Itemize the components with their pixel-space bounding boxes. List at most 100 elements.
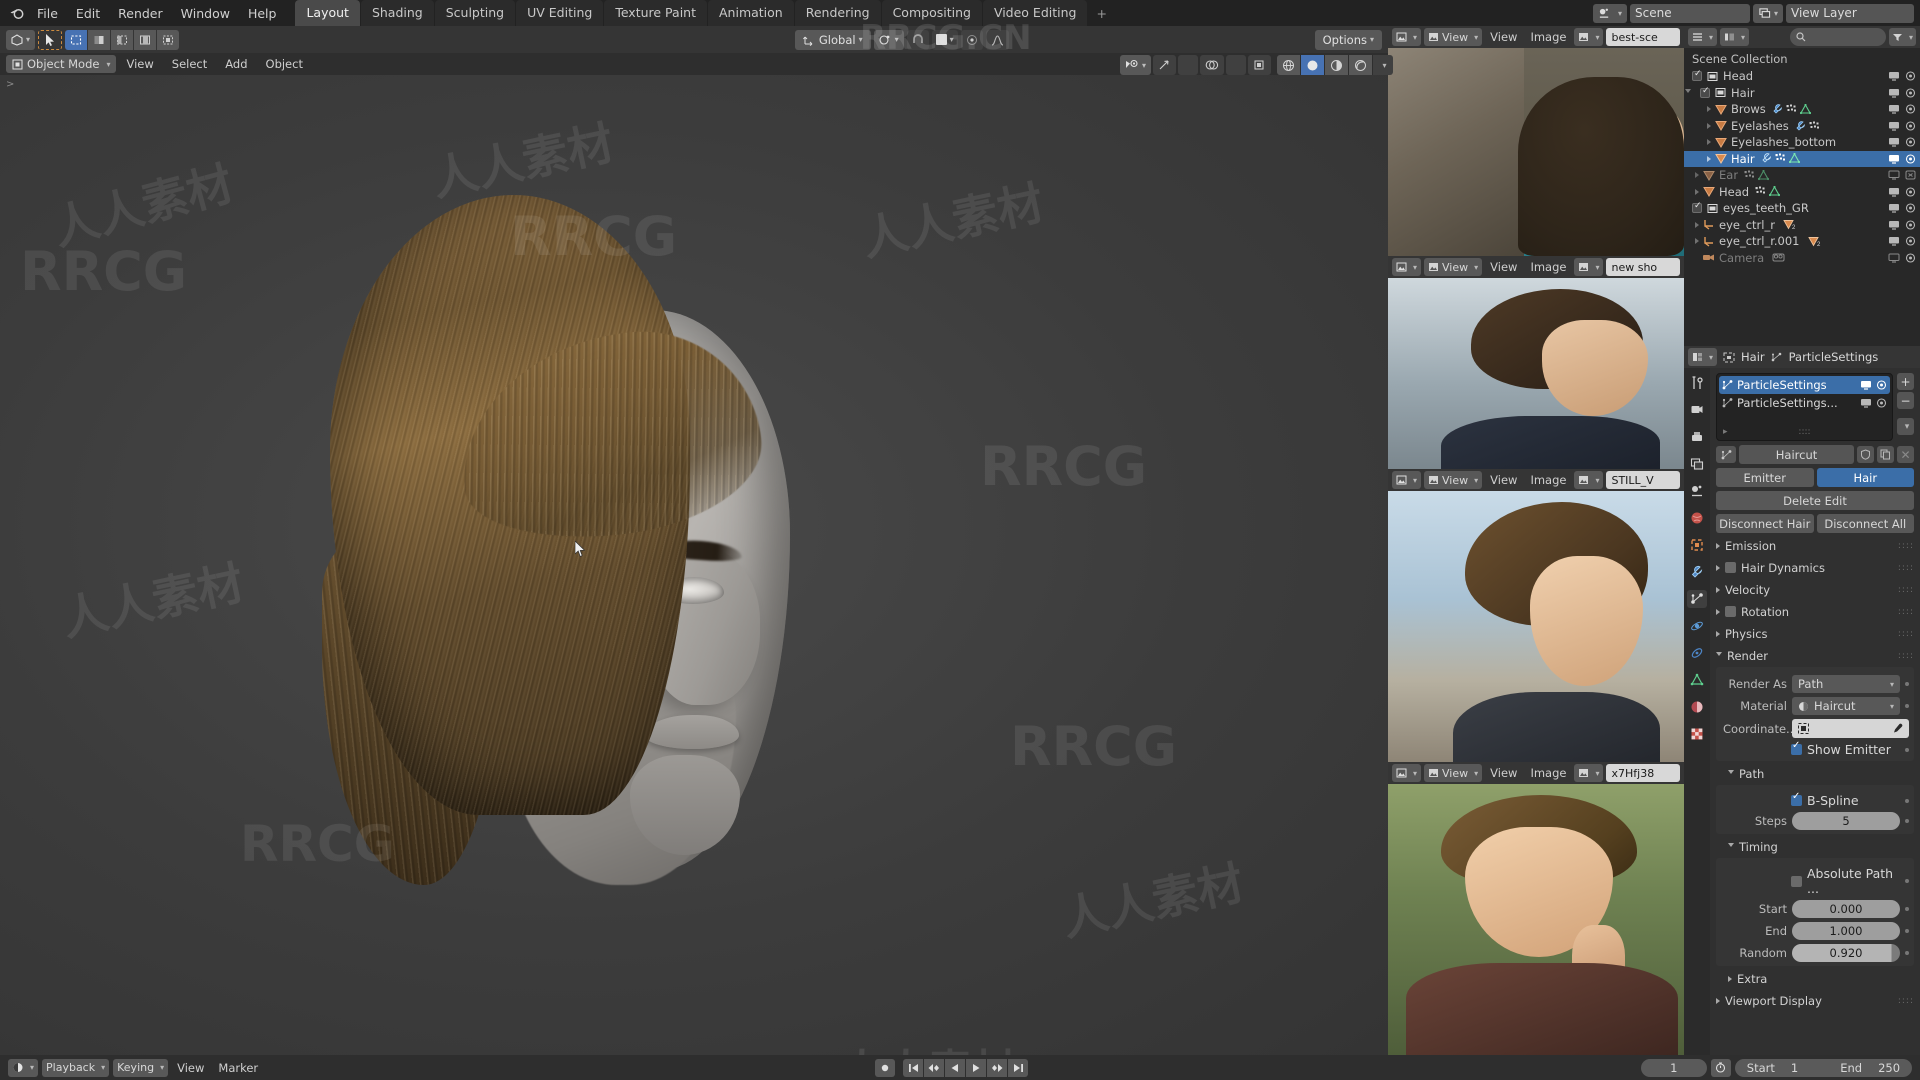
- workspace-tab-rendering[interactable]: Rendering: [794, 0, 881, 26]
- hide-in-viewport-icon[interactable]: [1860, 398, 1872, 408]
- jump-prev-keyframe-icon[interactable]: [924, 1058, 945, 1077]
- particles-tab[interactable]: [1687, 590, 1707, 608]
- scene-tab[interactable]: [1687, 482, 1707, 500]
- panel-render[interactable]: Render ::::: [1716, 646, 1914, 665]
- editor-type-image-icon[interactable]: ▾: [1392, 258, 1422, 276]
- falloff-curve-icon[interactable]: [985, 29, 1009, 50]
- material-tab[interactable]: [1687, 698, 1707, 716]
- browse-image-icon[interactable]: ▾: [1574, 28, 1604, 46]
- disable-in-render-icon[interactable]: [1905, 236, 1916, 246]
- chevron-right-icon[interactable]: [1695, 238, 1699, 245]
- disable-in-render-icon[interactable]: [1905, 170, 1916, 180]
- modifier-wrench-icon[interactable]: [1761, 153, 1772, 164]
- animate-property-dot[interactable]: [1905, 704, 1909, 708]
- render-tab[interactable]: [1687, 401, 1707, 419]
- breadcrumb-particles-label[interactable]: ParticleSettings: [1789, 350, 1879, 364]
- properties-body[interactable]: ParticleSettings ParticleSettings... ▸ :…: [1710, 368, 1920, 1055]
- image-editor-4-menu-image[interactable]: Image: [1525, 766, 1571, 780]
- image-editor-3[interactable]: ▾ View ▾ View Image ▾ STILL_V: [1388, 469, 1684, 762]
- hide-in-viewport-icon[interactable]: [1888, 71, 1900, 81]
- object-tab[interactable]: [1687, 536, 1707, 554]
- image-editor-2-view-mode[interactable]: View ▾: [1424, 258, 1483, 276]
- image-editor-1-image-name[interactable]: best-sce: [1606, 28, 1680, 46]
- disable-in-render-icon[interactable]: [1905, 220, 1916, 230]
- list-resize-grip[interactable]: ▸ ::::: [1721, 426, 1888, 438]
- outliner-row-ear[interactable]: Ear: [1684, 167, 1920, 184]
- menu-help[interactable]: Help: [239, 3, 286, 24]
- outliner-editor[interactable]: ▾ ▾ ▾ Scene Collection ✓ Head ✓ Hair Bro…: [1684, 26, 1920, 346]
- image-editor-3-menu-image[interactable]: Image: [1525, 473, 1571, 487]
- animate-property-dot[interactable]: [1905, 929, 1909, 933]
- editor-type-properties-icon[interactable]: ▾: [1688, 348, 1718, 366]
- browse-image-icon[interactable]: ▾: [1574, 258, 1604, 276]
- collection-exclude-checkbox[interactable]: [1700, 86, 1710, 98]
- material-preview-icon[interactable]: [1325, 55, 1349, 75]
- data-tab[interactable]: [1687, 671, 1707, 689]
- add-particle-system-button[interactable]: +: [1897, 373, 1914, 390]
- proportional-edit-icon[interactable]: [960, 29, 983, 50]
- overlays-icon[interactable]: [1200, 55, 1225, 75]
- properties-editor[interactable]: ▾ Hair ParticleSettings ParticleSettings…: [1684, 346, 1920, 1055]
- disable-in-render-icon[interactable]: [1905, 137, 1916, 147]
- hide-in-viewport-icon[interactable]: [1888, 104, 1900, 114]
- outliner-row-head-object[interactable]: Head: [1684, 184, 1920, 201]
- modifier-wrench-icon[interactable]: [1772, 103, 1783, 115]
- play-icon[interactable]: [966, 1058, 987, 1077]
- bspline-checkbox[interactable]: [1791, 791, 1802, 806]
- render-as-dropdown[interactable]: Path ▾: [1792, 675, 1900, 693]
- particles-icon[interactable]: [1744, 170, 1755, 181]
- physics-tab[interactable]: [1687, 617, 1707, 635]
- menu-file[interactable]: File: [28, 3, 67, 24]
- viewlayer-selector[interactable]: ▾: [1752, 3, 1783, 23]
- outliner-tree[interactable]: Scene Collection Head: [1684, 48, 1920, 346]
- mesh-data-icon[interactable]: [1758, 169, 1770, 181]
- viewport-sidebar-handle[interactable]: >: [6, 79, 14, 90]
- breadcrumb-object-label[interactable]: Hair: [1741, 350, 1765, 364]
- snap-magnet-icon[interactable]: [906, 29, 929, 50]
- select-extend-icon[interactable]: [157, 29, 180, 50]
- animate-property-dot[interactable]: [1905, 819, 1909, 823]
- select-lasso-icon[interactable]: [111, 29, 134, 50]
- editor-type-image-icon[interactable]: ▾: [1392, 28, 1422, 46]
- panel-extra[interactable]: Extra: [1716, 969, 1914, 988]
- image-editor-4-image-name[interactable]: x7Hfj38: [1606, 764, 1680, 782]
- outliner-row-brows[interactable]: Brows: [1684, 101, 1920, 118]
- coordinate-object-field[interactable]: [1792, 719, 1909, 738]
- image-editor-4-view-mode[interactable]: View ▾: [1424, 764, 1483, 782]
- absolute-path-checkbox[interactable]: [1791, 875, 1802, 887]
- disable-in-render-icon[interactable]: [1905, 121, 1916, 131]
- chevron-right-icon[interactable]: [1695, 221, 1699, 228]
- editor-type-3dview-icon[interactable]: ▾: [6, 29, 36, 50]
- outliner-row-camera[interactable]: Camera: [1684, 250, 1920, 267]
- outliner-row-hair-object[interactable]: Hair: [1684, 150, 1920, 167]
- workspace-tab-sculpting[interactable]: Sculpting: [434, 0, 516, 26]
- workspace-tab-animation[interactable]: Animation: [708, 0, 794, 26]
- outliner-search-input[interactable]: [1789, 28, 1886, 46]
- viewport-menu-select[interactable]: Select: [164, 55, 215, 73]
- animate-property-dot[interactable]: [1905, 879, 1909, 883]
- workspace-tab-compositing[interactable]: Compositing: [881, 0, 982, 26]
- disable-in-render-icon[interactable]: [1905, 203, 1916, 213]
- menu-edit[interactable]: Edit: [67, 3, 109, 24]
- chevron-right-icon[interactable]: [1707, 106, 1711, 113]
- camera-data-icon[interactable]: [1772, 252, 1785, 263]
- chevron-right-icon[interactable]: [1695, 172, 1699, 179]
- outliner-row-eyes-teeth-gr[interactable]: eyes_teeth_GR: [1684, 200, 1920, 217]
- editor-type-timeline-icon[interactable]: ▾: [8, 1058, 39, 1077]
- current-frame-field[interactable]: 1: [1640, 1058, 1707, 1077]
- image-editor-2[interactable]: ▾ View ▾ View Image ▾ new sho: [1388, 256, 1684, 469]
- animate-property-dot[interactable]: [1905, 951, 1909, 955]
- image-editor-1-menu-image[interactable]: Image: [1525, 30, 1571, 44]
- stopwatch-icon[interactable]: [1710, 1058, 1731, 1077]
- panel-physics[interactable]: Physics ::::: [1716, 624, 1914, 643]
- panel-path[interactable]: Path: [1716, 764, 1914, 783]
- cursor-tool-button[interactable]: [38, 29, 63, 50]
- hide-in-viewport-icon[interactable]: [1888, 236, 1900, 246]
- eyedropper-icon[interactable]: [1891, 723, 1903, 735]
- outliner-row-eye-ctrl-r[interactable]: eye_ctrl_r 2: [1684, 217, 1920, 234]
- viewport-menu-view[interactable]: View: [118, 55, 161, 73]
- timeline-editor[interactable]: ▾ Playback ▾ Keying ▾ View Marker 1 Star…: [0, 1055, 1920, 1080]
- disable-in-render-icon[interactable]: [1905, 71, 1916, 81]
- new-copy-icon[interactable]: [1877, 446, 1894, 463]
- record-keyframe-icon[interactable]: [875, 1058, 896, 1077]
